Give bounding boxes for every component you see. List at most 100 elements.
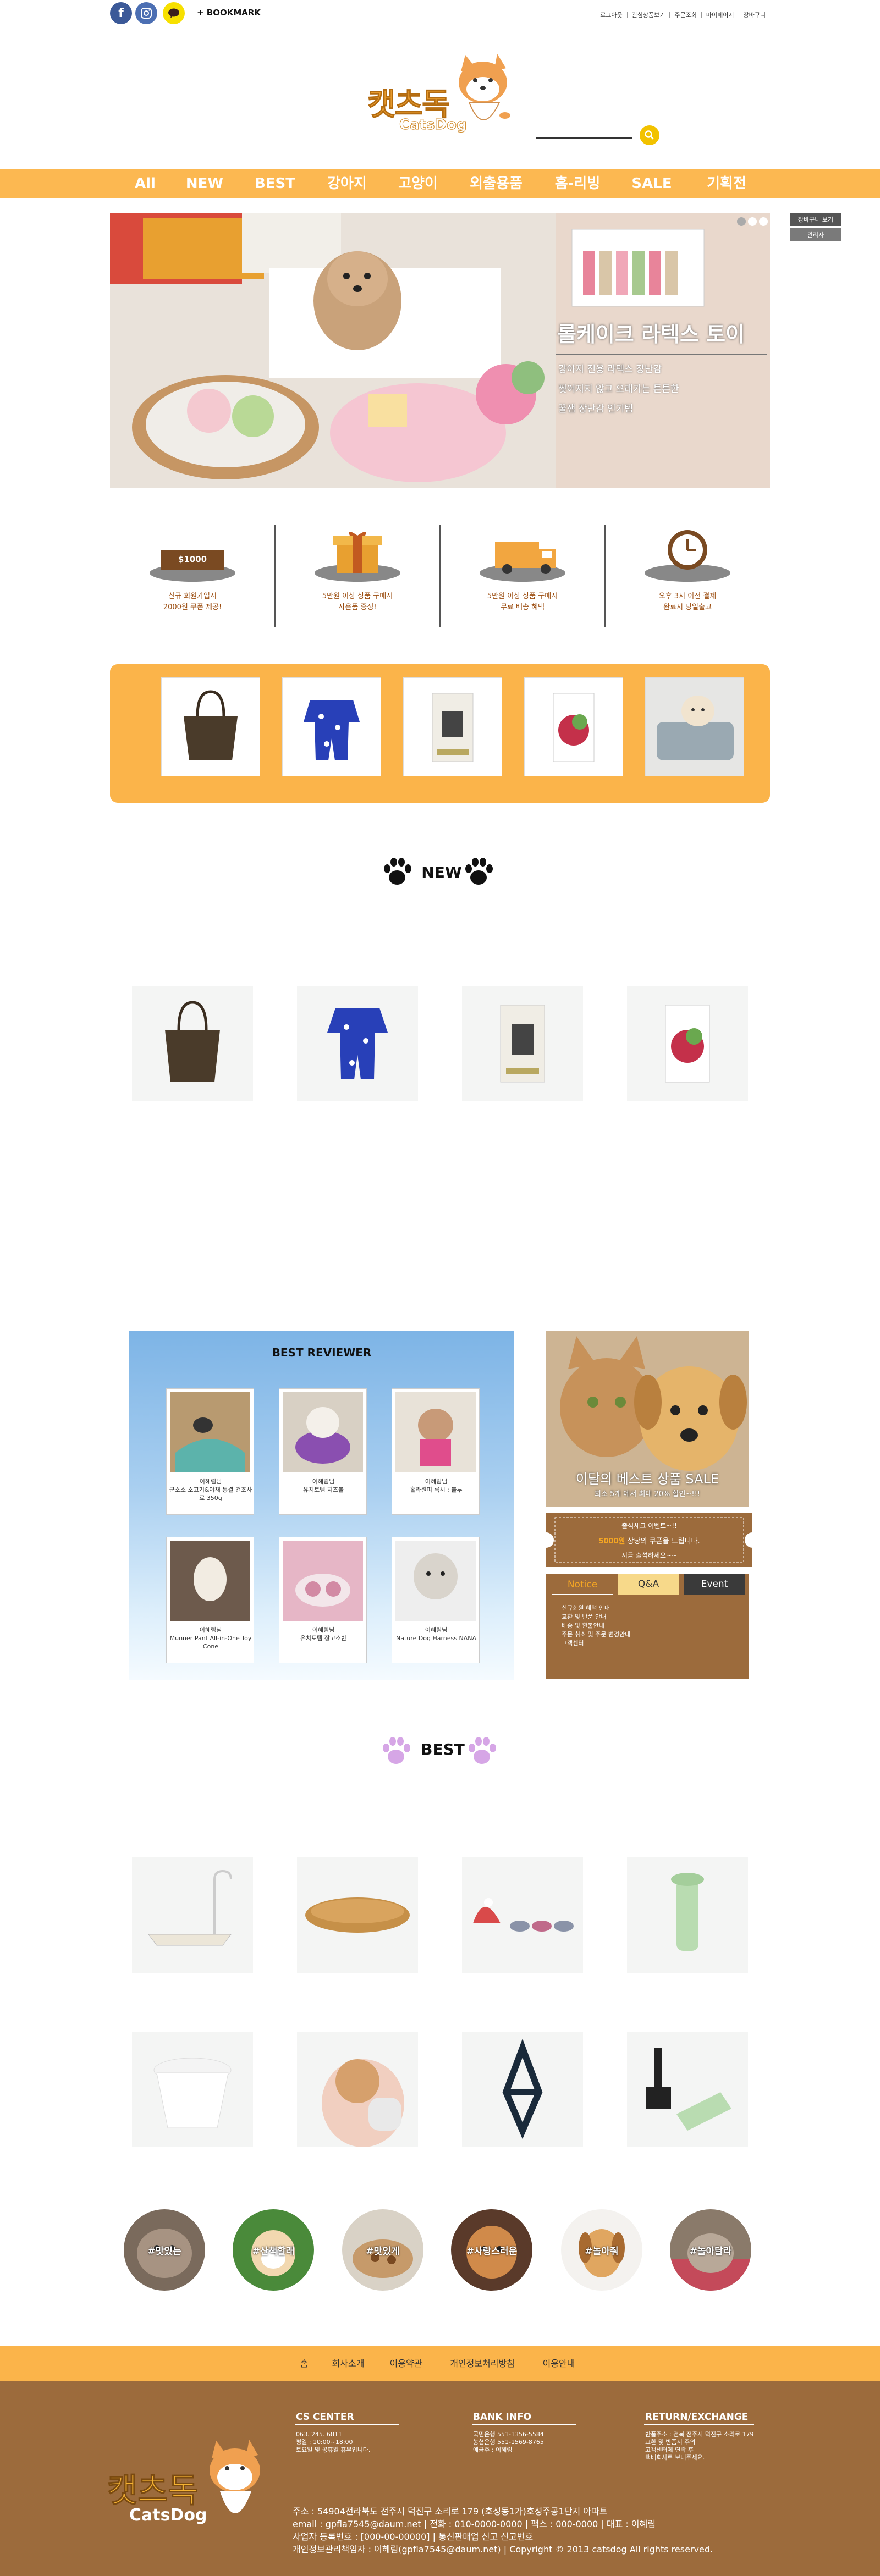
mypage-link[interactable]: 마이페이지 bbox=[701, 12, 739, 18]
review-card[interactable]: 이혜림님 유치토템 치즈볼 bbox=[279, 1388, 367, 1515]
facebook-icon[interactable]: f bbox=[110, 2, 132, 24]
page-root: f + BOOKMARK 로그아웃 관심상품보기 주문조회 마이페이지 장바구니… bbox=[0, 0, 880, 2576]
nav-item-dog[interactable]: 강아지 bbox=[327, 169, 367, 198]
review-product: Munner Pant All-in-One Toy Cone bbox=[169, 1635, 252, 1650]
nav-item-home-living[interactable]: 홈-리빙 bbox=[555, 169, 601, 198]
best-product-harness[interactable] bbox=[462, 2032, 583, 2147]
hashtag-circle[interactable]: #맛있게 bbox=[342, 2209, 424, 2291]
nav-item-sale[interactable]: SALE bbox=[631, 169, 672, 198]
review-product: Nature Dog Harness NANA bbox=[395, 1635, 477, 1642]
hashtag-circle[interactable]: #사랑스러운 bbox=[451, 2209, 532, 2291]
nav-item-outdoor[interactable]: 외출용품 bbox=[470, 169, 522, 198]
return-exchange-title: RETURN/EXCHANGE bbox=[645, 2412, 749, 2423]
best-product-scoop[interactable] bbox=[627, 2032, 748, 2147]
review-card[interactable]: 이혜림님 군소소 소고기&야채 통결 건조사료 350g bbox=[166, 1388, 254, 1515]
hashtag-circle[interactable]: #놀아줘 bbox=[561, 2209, 642, 2291]
footer-logo: 캣츠독 CatsDog bbox=[107, 2431, 272, 2541]
order-lookup-link[interactable]: 주문조회 bbox=[669, 12, 701, 18]
featured-product-food-bag[interactable] bbox=[403, 677, 502, 776]
promo-subtitle: 회소 5개 에서 최대 20% 할인~!!! bbox=[595, 1490, 700, 1498]
feature-coupon: $1000 bbox=[148, 544, 237, 583]
tab-qna[interactable]: Q&A bbox=[618, 1574, 679, 1595]
return-line: 고객센터에 연락 후 bbox=[645, 2446, 694, 2453]
banner-dot-2[interactable] bbox=[748, 217, 757, 226]
coupon-line-1: 출석체크 이벤트~!! bbox=[622, 1522, 677, 1530]
featured-product-treats[interactable] bbox=[524, 677, 623, 776]
tab-event[interactable]: Event bbox=[684, 1574, 745, 1595]
notice-item[interactable]: 배송 및 환불안내 bbox=[562, 1621, 738, 1630]
coupon-badge-text: $1000 bbox=[178, 554, 207, 564]
footer-link-guide[interactable]: 이용안내 bbox=[543, 2346, 575, 2381]
best-product-bowl[interactable] bbox=[132, 2032, 253, 2147]
hashtag-label: #사랑스러운 bbox=[466, 2246, 518, 2257]
best-product-water-bottle[interactable] bbox=[627, 1857, 748, 1973]
featured-product-dog-bed[interactable] bbox=[645, 677, 744, 776]
hashtag-label: #놀아달라 bbox=[689, 2246, 732, 2257]
nav-item-new[interactable]: NEW bbox=[186, 169, 223, 198]
section-title-best: BEST bbox=[421, 1740, 465, 1758]
review-card[interactable]: 이혜림님 홀라원피 룩시 : 블루 bbox=[392, 1388, 480, 1515]
notice-item[interactable]: 신규회원 혜택 안내 bbox=[562, 1604, 738, 1613]
featured-product-pajama[interactable] bbox=[282, 677, 381, 776]
reviewer-title: BEST REVIEWER bbox=[272, 1346, 372, 1359]
coupon-amount: 5000원 bbox=[598, 1537, 625, 1546]
notice-item[interactable]: 교환 및 반품 안내 bbox=[562, 1613, 738, 1621]
hashtag-circle[interactable]: #놀아달라 bbox=[670, 2209, 751, 2291]
cart-link[interactable]: 장바구니 bbox=[738, 12, 770, 18]
instagram-icon[interactable] bbox=[135, 2, 157, 24]
monthly-best-sale-banner[interactable]: 이달의 베스트 상품 SALE 회소 5개 에서 최대 20% 할인~!!! bbox=[546, 1331, 749, 1507]
review-card[interactable]: 이혜림님 Nature Dog Harness NANA bbox=[392, 1537, 480, 1663]
search-input[interactable] bbox=[536, 137, 632, 139]
featured-product-bag[interactable] bbox=[161, 677, 260, 776]
notice-item[interactable]: 고객센터 bbox=[562, 1639, 738, 1648]
review-card[interactable]: 이혜림님 Munner Pant All-in-One Toy Cone bbox=[166, 1537, 254, 1663]
paw-icon bbox=[465, 1735, 498, 1770]
search-button[interactable] bbox=[640, 125, 659, 145]
footer-link-privacy[interactable]: 개인정보처리방침 bbox=[450, 2346, 515, 2381]
attendance-coupon[interactable]: 출석체크 이벤트~!! 5000원 상당의 쿠폰을 드립니다. 지금 출석하세요… bbox=[546, 1513, 752, 1567]
new-product-bag[interactable] bbox=[132, 986, 253, 1101]
banner-dot-1[interactable] bbox=[737, 217, 746, 226]
footer-link-home[interactable]: 홈 bbox=[300, 2346, 309, 2381]
feature-caption-4: 오후 3시 이전 결제 완료시 당일출고 bbox=[658, 592, 717, 611]
admin-button[interactable]: 관리자 bbox=[790, 228, 841, 241]
footer-logo-subtext: CatsDog bbox=[129, 2506, 207, 2525]
new-product-pajama[interactable] bbox=[297, 986, 418, 1101]
hashtag-circle[interactable]: #맛있는 bbox=[124, 2209, 205, 2291]
reviewer-name: 이혜림님 bbox=[199, 1478, 222, 1485]
logo[interactable]: 캣츠독 CatsDog bbox=[367, 49, 516, 143]
footer-link-company[interactable]: 회사소개 bbox=[332, 2346, 365, 2381]
business-registration: 사업자 등록번호 : [000-00-00000] | 통신판매업 신고 신고번… bbox=[293, 2531, 534, 2542]
truck-icon bbox=[480, 542, 565, 582]
reviewer-name: 이혜림님 bbox=[312, 1626, 335, 1634]
best-product-toy-set[interactable] bbox=[462, 1857, 583, 1973]
cart-view-button[interactable]: 장바구니 보기 bbox=[790, 213, 841, 226]
nav-item-all[interactable]: All bbox=[135, 169, 156, 198]
hashtag-label: #맛있는 bbox=[147, 2246, 182, 2257]
feature-delivery bbox=[479, 536, 566, 583]
notice-item[interactable]: 주문 취소 및 주문 변경안내 bbox=[562, 1630, 738, 1639]
feature-caption-1: 신규 회원가입시 2000원 쿠폰 제공! bbox=[163, 592, 222, 611]
wishlist-link[interactable]: 관심상품보기 bbox=[626, 12, 670, 18]
best-product-cushion[interactable] bbox=[297, 1857, 418, 1973]
new-product-food-bag[interactable] bbox=[462, 986, 583, 1101]
feature-clock bbox=[644, 528, 732, 583]
nav-item-best[interactable]: BEST bbox=[255, 169, 295, 198]
bookmark-link[interactable]: + BOOKMARK bbox=[197, 8, 261, 18]
new-product-treats[interactable] bbox=[627, 986, 748, 1101]
best-product-hammock[interactable] bbox=[132, 1857, 253, 1973]
copyright: 개인정보관리책임자 : 이혜림(gpfla7545@daum.net) | Co… bbox=[293, 2544, 713, 2555]
company-address: 주소 : 54904전라북도 전주시 덕진구 소리로 179 (호성동1가)호성… bbox=[293, 2506, 608, 2517]
best-product-brush[interactable] bbox=[297, 2032, 418, 2147]
reviewer-name: 이혜림님 bbox=[425, 1478, 448, 1485]
hashtag-circle[interactable]: #산책할래 bbox=[233, 2209, 314, 2291]
review-card[interactable]: 이혜림님 유치토템 장고소반 bbox=[279, 1537, 367, 1663]
logout-link[interactable]: 로그아웃 bbox=[596, 12, 626, 18]
banner-dot-3[interactable] bbox=[759, 217, 768, 226]
footer-link-terms[interactable]: 이용약관 bbox=[390, 2346, 422, 2381]
tab-notice[interactable]: Notice bbox=[552, 1574, 613, 1595]
nav-item-special[interactable]: 기획전 bbox=[707, 169, 746, 198]
nav-item-cat[interactable]: 고양이 bbox=[398, 169, 438, 198]
main-banner[interactable]: 롤케이크 라텍스 토이 강아지 전용 라텍스 장난감 찢어지지 않고 오래가는 … bbox=[110, 213, 770, 488]
kakaotalk-icon[interactable] bbox=[163, 2, 185, 24]
